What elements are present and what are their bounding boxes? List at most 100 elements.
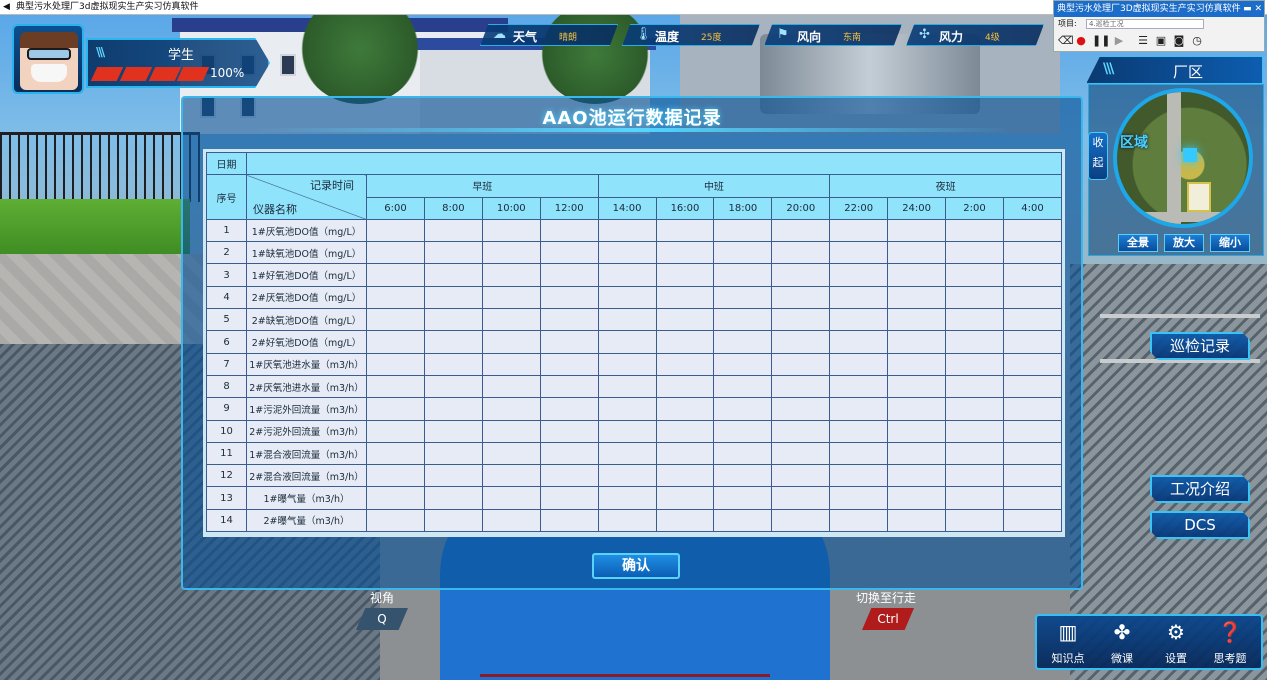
map-overview-button[interactable]: 全景 <box>1118 234 1158 252</box>
data-entry-cell[interactable] <box>655 441 715 466</box>
data-entry-cell[interactable] <box>539 263 599 287</box>
data-entry-cell[interactable] <box>655 374 715 399</box>
data-entry-cell[interactable] <box>366 419 425 443</box>
data-entry-cell[interactable] <box>366 352 425 376</box>
data-entry-cell[interactable] <box>829 330 889 354</box>
data-entry-cell[interactable] <box>771 308 831 332</box>
data-entry-cell[interactable] <box>713 241 773 265</box>
eraser-icon[interactable]: ⌫ <box>1058 34 1074 48</box>
data-entry-cell[interactable] <box>423 486 483 510</box>
data-entry-cell[interactable] <box>481 441 541 466</box>
data-entry-cell[interactable] <box>655 241 715 265</box>
data-entry-cell[interactable] <box>481 330 541 354</box>
data-entry-cell[interactable] <box>366 330 425 354</box>
record-icon[interactable]: ● <box>1074 34 1088 48</box>
data-entry-cell[interactable] <box>945 352 1004 376</box>
data-entry-cell[interactable] <box>597 464 657 488</box>
data-entry-cell[interactable] <box>366 241 425 265</box>
data-entry-cell[interactable] <box>655 263 715 287</box>
data-entry-cell[interactable] <box>829 419 889 443</box>
minimize-icon[interactable]: ▬ <box>1243 4 1252 14</box>
data-entry-cell[interactable] <box>1002 263 1063 287</box>
data-entry-cell[interactable] <box>1002 464 1063 488</box>
settings-button[interactable]: ⚙ 设置 <box>1151 620 1201 670</box>
data-entry-cell[interactable] <box>423 352 483 376</box>
data-entry-cell[interactable] <box>887 218 947 243</box>
data-entry-cell[interactable] <box>713 464 773 488</box>
data-entry-cell[interactable] <box>597 374 657 399</box>
inspection-record-button[interactable]: 巡检记录 <box>1150 332 1250 360</box>
data-entry-cell[interactable] <box>887 464 947 488</box>
data-entry-cell[interactable] <box>481 308 541 332</box>
data-entry-cell[interactable] <box>713 397 773 421</box>
data-entry-cell[interactable] <box>945 285 1004 310</box>
data-entry-cell[interactable] <box>829 263 889 287</box>
data-entry-cell[interactable] <box>887 486 947 510</box>
data-entry-cell[interactable] <box>771 330 831 354</box>
data-entry-cell[interactable] <box>713 308 773 332</box>
data-entry-cell[interactable] <box>366 308 425 332</box>
data-entry-cell[interactable] <box>887 285 947 310</box>
data-entry-cell[interactable] <box>945 263 1004 287</box>
data-entry-cell[interactable] <box>887 241 947 265</box>
data-entry-cell[interactable] <box>481 464 541 488</box>
data-entry-cell[interactable] <box>713 352 773 376</box>
data-entry-cell[interactable] <box>771 263 831 287</box>
data-entry-cell[interactable] <box>1002 374 1063 399</box>
data-entry-cell[interactable] <box>366 441 425 466</box>
data-entry-cell[interactable] <box>771 241 831 265</box>
data-entry-cell[interactable] <box>481 352 541 376</box>
data-entry-cell[interactable] <box>539 397 599 421</box>
data-entry-cell[interactable] <box>887 441 947 466</box>
confirm-button[interactable]: 确认 <box>592 553 680 579</box>
data-entry-cell[interactable] <box>597 486 657 510</box>
clock-icon[interactable]: ◷ <box>1190 34 1204 48</box>
data-entry-cell[interactable] <box>771 419 831 443</box>
data-entry-cell[interactable] <box>713 218 773 243</box>
data-entry-cell[interactable] <box>655 486 715 510</box>
data-entry-cell[interactable] <box>945 330 1004 354</box>
data-entry-cell[interactable] <box>829 241 889 265</box>
data-entry-cell[interactable] <box>423 308 483 332</box>
map-zoom-out-button[interactable]: 缩小 <box>1210 234 1250 252</box>
data-entry-cell[interactable] <box>481 397 541 421</box>
data-entry-cell[interactable] <box>713 419 773 443</box>
data-entry-cell[interactable] <box>481 486 541 510</box>
micro-course-button[interactable]: ✤ 微课 <box>1097 620 1147 670</box>
data-entry-cell[interactable] <box>655 308 715 332</box>
data-entry-cell[interactable] <box>539 308 599 332</box>
data-entry-cell[interactable] <box>829 397 889 421</box>
data-entry-cell[interactable] <box>366 508 425 533</box>
condition-intro-button[interactable]: 工况介绍 <box>1150 475 1250 503</box>
data-entry-cell[interactable] <box>539 374 599 399</box>
data-entry-cell[interactable] <box>597 330 657 354</box>
data-entry-cell[interactable] <box>829 308 889 332</box>
data-entry-cell[interactable] <box>771 374 831 399</box>
data-entry-cell[interactable] <box>481 218 541 243</box>
data-entry-cell[interactable] <box>1002 419 1063 443</box>
data-entry-cell[interactable] <box>887 508 947 533</box>
data-entry-cell[interactable] <box>1002 241 1063 265</box>
data-entry-cell[interactable] <box>539 441 599 466</box>
data-entry-cell[interactable] <box>887 263 947 287</box>
project-select[interactable]: 4.巡检工况 <box>1086 19 1204 29</box>
data-entry-cell[interactable] <box>829 486 889 510</box>
data-entry-cell[interactable] <box>539 218 599 243</box>
data-entry-cell[interactable] <box>366 263 425 287</box>
data-entry-cell[interactable] <box>539 464 599 488</box>
data-entry-cell[interactable] <box>539 419 599 443</box>
data-entry-cell[interactable] <box>423 464 483 488</box>
data-entry-cell[interactable] <box>1002 486 1063 510</box>
data-entry-cell[interactable] <box>945 241 1004 265</box>
questions-button[interactable]: ❓ 思考题 <box>1205 620 1255 670</box>
data-entry-cell[interactable] <box>945 486 1004 510</box>
data-entry-cell[interactable] <box>423 263 483 287</box>
data-entry-cell[interactable] <box>1002 397 1063 421</box>
data-entry-cell[interactable] <box>366 218 425 243</box>
data-entry-cell[interactable] <box>481 508 541 533</box>
data-entry-cell[interactable] <box>423 285 483 310</box>
data-entry-cell[interactable] <box>887 419 947 443</box>
data-entry-cell[interactable] <box>539 486 599 510</box>
data-entry-cell[interactable] <box>713 285 773 310</box>
data-entry-cell[interactable] <box>481 263 541 287</box>
